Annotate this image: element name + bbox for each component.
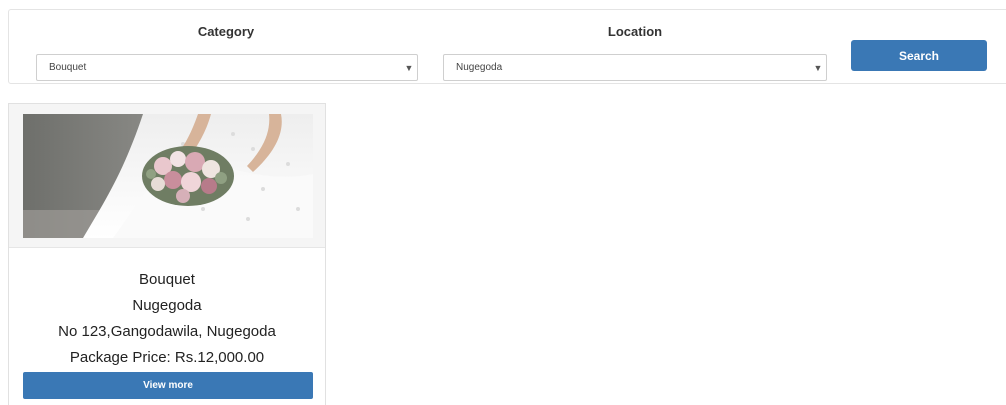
bride-bouquet-photo [23,114,313,238]
view-more-button[interactable]: View more [23,372,313,399]
result-price: Package Price: Rs.12,000.00 [69,349,265,366]
location-select[interactable]: Nugegoda ▼ [443,54,827,81]
bride-bouquet-photo-art [23,114,313,238]
category-select[interactable]: Bouquet ▼ [36,54,418,81]
result-location: Nugegoda [132,297,202,314]
location-select-value: Nugegoda [456,62,503,73]
chevron-down-icon: ▼ [404,62,414,73]
result-category: Bouquet [139,271,195,288]
category-select-value: Bouquet [49,62,87,73]
category-label: Category [197,24,255,39]
result-card: Bouquet Nugegoda No 123,Gangodawila, Nug… [8,103,326,405]
search-button[interactable]: Search [851,40,987,71]
result-address: No 123,Gangodawila, Nugegoda [58,323,276,340]
chevron-down-icon: ▼ [813,62,823,73]
location-label: Location [607,24,663,39]
